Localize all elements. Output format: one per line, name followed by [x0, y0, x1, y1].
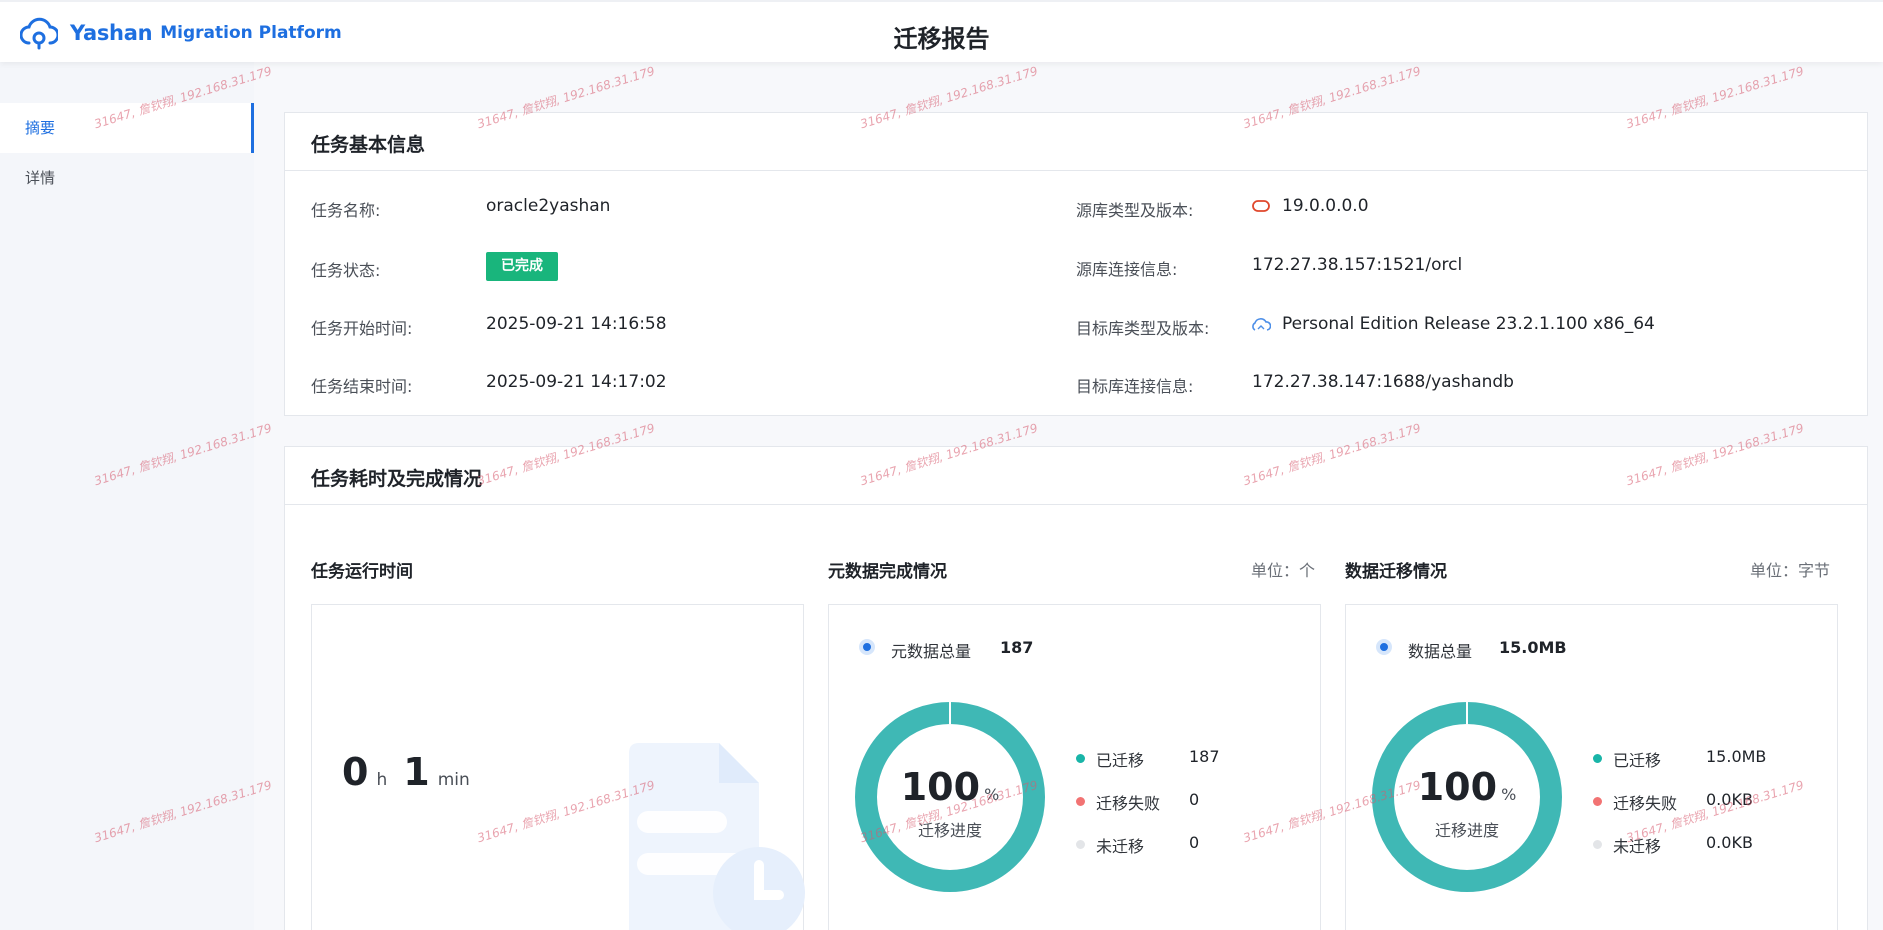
legend-dot-failed: [1076, 797, 1085, 806]
target-conn-value: 172.27.38.147:1688/yashandb: [1252, 372, 1514, 392]
minutes-unit: min: [437, 770, 470, 790]
legend-label-failed: 迁移失败: [1613, 794, 1678, 813]
panel-header: 任务耗时及完成情况: [285, 447, 1867, 505]
target-db-version-value: Personal Edition Release 23.2.1.100 x86_…: [1282, 314, 1655, 334]
sidebar: 摘要 详情: [0, 62, 254, 930]
data-percent-block: 100%: [1371, 765, 1563, 809]
basic-info-panel: 任务基本信息 任务名称: oracle2yashan 任务状态: 已完成 任务开…: [284, 112, 1868, 416]
legend-dot-pending: [1593, 840, 1602, 849]
legend-value-failed: 0.0KB: [1706, 790, 1753, 809]
panel-title: 任务基本信息: [311, 134, 426, 156]
runtime-display: 0 h 1 min: [342, 750, 470, 794]
metadata-total-value: 187: [1000, 638, 1034, 657]
data-migration-unit: 单位：字节: [1750, 561, 1831, 580]
hours-unit: h: [376, 770, 388, 790]
source-conn-label: 源库连接信息:: [1076, 260, 1178, 279]
data-percent: 100: [1417, 765, 1498, 809]
target-conn-label: 目标库连接信息:: [1076, 377, 1194, 396]
legend-dot-failed: [1593, 797, 1602, 806]
metadata-total-label: 元数据总量: [891, 642, 972, 661]
legend-value-pending: 0.0KB: [1706, 833, 1753, 852]
runtime-minutes: 1: [403, 750, 430, 794]
data-total-radio[interactable]: [1376, 639, 1392, 655]
runtime-card: 0 h 1 min: [311, 604, 805, 930]
percent-sign: %: [1501, 785, 1517, 804]
legend-label-failed: 迁移失败: [1096, 794, 1161, 813]
legend-label-pending: 未迁移: [1613, 837, 1662, 856]
task-name-label: 任务名称:: [311, 201, 381, 220]
yashan-cloud-icon: [1252, 318, 1271, 331]
metadata-progress-label: 迁移进度: [917, 821, 982, 840]
metadata-percent: 100: [900, 765, 981, 809]
source-db-version-label: 源库类型及版本:: [1076, 201, 1194, 220]
data-total-value: 15.0MB: [1499, 638, 1567, 657]
legend-label-pending: 未迁移: [1096, 837, 1145, 856]
task-name-value: oracle2yashan: [486, 196, 611, 216]
legend-label-migrated: 已迁移: [1613, 751, 1662, 770]
source-conn-value: 172.27.38.157:1521/orcl: [1252, 255, 1463, 275]
data-migration-card: 数据总量 15.0MB 100% 迁移进度 已迁移 15.0MB 迁移失败 0.…: [1345, 604, 1838, 930]
data-total-label: 数据总量: [1408, 642, 1473, 661]
document-clock-icon: [629, 743, 805, 930]
sidebar-item-details[interactable]: 详情: [0, 153, 254, 203]
page-title: 迁移报告: [893, 25, 990, 53]
legend-dot-pending: [1076, 840, 1085, 849]
legend-dot-migrated: [1593, 754, 1602, 763]
legend-value-migrated: 15.0MB: [1706, 747, 1767, 766]
oracle-icon: [1252, 200, 1270, 212]
metadata-unit: 单位：个: [1251, 561, 1316, 580]
panel-title: 任务耗时及完成情况: [311, 468, 483, 490]
runtime-title: 任务运行时间: [311, 562, 413, 582]
start-time-label: 任务开始时间:: [311, 319, 413, 338]
metadata-card: 元数据总量 187 100% 迁移进度 已迁移 187 迁移失败 0 未迁移 0: [828, 604, 1321, 930]
data-migration-title: 数据迁移情况: [1345, 562, 1447, 582]
legend-value-failed: 0: [1189, 790, 1200, 809]
target-db-version-label: 目标库类型及版本:: [1076, 319, 1210, 338]
legend-label-migrated: 已迁移: [1096, 751, 1145, 770]
sidebar-item-summary[interactable]: 摘要: [0, 103, 254, 153]
legend-dot-migrated: [1076, 754, 1085, 763]
app-header: Yashan Migration Platform 迁移报告: [0, 0, 1883, 62]
status-badge: 已完成: [486, 252, 558, 281]
runtime-hours: 0: [342, 750, 369, 794]
task-status-label: 任务状态:: [311, 261, 381, 280]
end-time-label: 任务结束时间:: [311, 377, 413, 396]
legend-value-migrated: 187: [1189, 747, 1220, 766]
source-db-version-value: 19.0.0.0.0: [1282, 196, 1369, 216]
metadata-title: 元数据完成情况: [828, 562, 947, 582]
start-time-value: 2025-09-21 14:16:58: [486, 314, 667, 334]
percent-sign: %: [984, 785, 1000, 804]
end-time-value: 2025-09-21 14:17:02: [486, 372, 667, 392]
metadata-percent-block: 100%: [854, 765, 1046, 809]
completion-panel: 任务耗时及完成情况 任务运行时间 0 h 1 min 元数据完成情况 单位：个: [284, 446, 1868, 930]
data-progress-label: 迁移进度: [1434, 821, 1499, 840]
metadata-total-radio[interactable]: [859, 639, 875, 655]
panel-header: 任务基本信息: [285, 113, 1867, 171]
legend-value-pending: 0: [1189, 833, 1200, 852]
main-content: 任务基本信息 任务名称: oracle2yashan 任务状态: 已完成 任务开…: [254, 62, 1883, 930]
